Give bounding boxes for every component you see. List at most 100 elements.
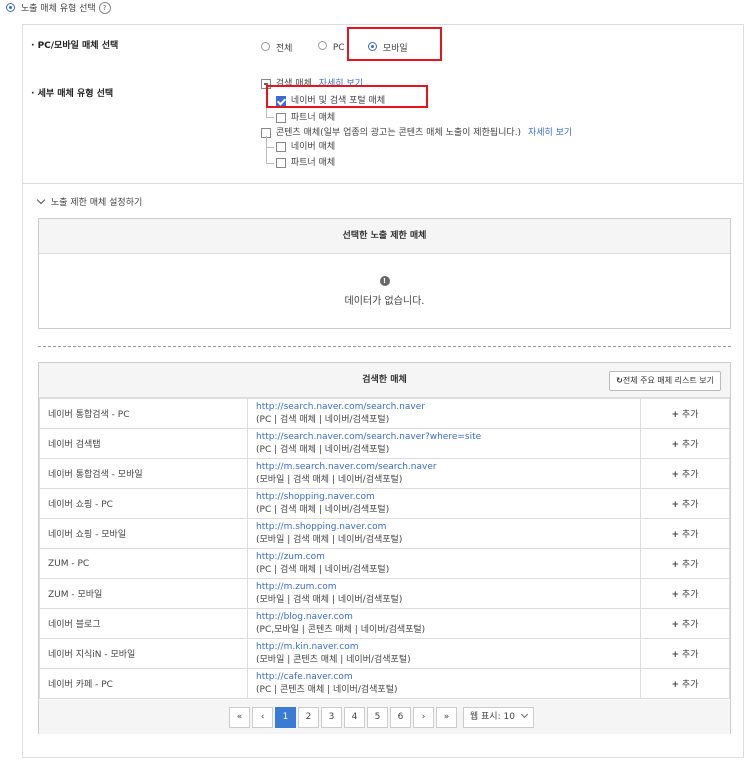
table-row: 네이버 지식iN - 모바일 http://m.kin.naver.com (모바일…	[39, 638, 730, 669]
plus-icon: +	[671, 590, 680, 600]
page-4[interactable]: 4	[344, 707, 365, 728]
plus-icon: +	[671, 560, 680, 570]
add-button[interactable]: + 추가	[640, 398, 730, 429]
media-info: http://m.shopping.naver.com (모바일 | 검색 매체 …	[247, 518, 641, 549]
page-1[interactable]: 1	[275, 707, 296, 728]
media-url[interactable]: http://m.search.naver.com/search.naver	[256, 461, 632, 474]
list-button[interactable]: ↻전체 주요 매체 리스트 보기	[609, 371, 721, 391]
radio-mobile[interactable]: 모바일	[368, 41, 408, 54]
partner-content-item[interactable]: 파트너 매체	[276, 155, 335, 168]
radio-pc[interactable]: PC	[318, 41, 345, 53]
content-group[interactable]: 콘텐츠 매체(일부 업종의 광고는 콘텐츠 매체 노출이 제한됩니다.) 자세히…	[261, 125, 572, 138]
plus-icon: +	[671, 500, 680, 510]
media-name: ZUM - 모바일	[39, 578, 248, 609]
page-next[interactable]: ›	[413, 707, 434, 728]
results-panel: 검색한 매체 ↻전체 주요 매체 리스트 보기 네이버 통합검색 - PC htt…	[38, 362, 731, 734]
media-info: http://m.search.naver.com/search.naver (모…	[247, 458, 641, 489]
partner-content-checkbox[interactable]	[276, 157, 286, 168]
page-last[interactable]: »	[436, 707, 457, 728]
add-button[interactable]: + 추가	[640, 608, 730, 639]
media-url[interactable]: http://blog.naver.com	[256, 611, 632, 624]
per-page-select[interactable]: 웹 표시: 10	[462, 707, 534, 728]
media-name: 네이버 쇼핑 - PC	[39, 488, 248, 519]
empty-text: 데이터가 없습니다.	[344, 296, 425, 307]
media-info: http://m.kin.naver.com (모바일 | 콘텐츠 매체 | 네이…	[247, 638, 641, 669]
media-url[interactable]: http://shopping.naver.com	[256, 491, 632, 504]
media-url[interactable]: http://m.shopping.naver.com	[256, 521, 632, 534]
tree-branch-1	[266, 117, 274, 118]
info-icon: !	[379, 276, 390, 286]
page-prev[interactable]: ‹	[252, 707, 273, 728]
media-info: http://m.zum.com (모바일 | 검색 매체 | 네이버/검색포털)	[247, 578, 641, 609]
content-detail-link[interactable]: 자세히 보기	[528, 128, 572, 138]
table-row: 네이버 쇼핑 - PC http://shopping.naver.com (PC …	[39, 488, 730, 519]
naver-search-portal-checkbox[interactable]	[276, 95, 286, 106]
page-5[interactable]: 5	[367, 707, 388, 728]
media-desc: (PC | 검색 매체 | 네이버/검색포털)	[256, 414, 390, 425]
media-name: 네이버 통합검색 - 모바일	[39, 458, 248, 489]
media-info: http://zum.com (PC | 검색 매체 | 네이버/검색포털)	[247, 548, 641, 579]
media-url[interactable]: http://search.naver.com/search.naver?whe…	[256, 431, 632, 444]
radio-all[interactable]: 전체	[261, 41, 292, 54]
add-button[interactable]: + 추가	[640, 578, 730, 609]
media-desc: (PC | 검색 매체 | 네이버/검색포털)	[256, 564, 390, 575]
add-button[interactable]: + 추가	[640, 548, 730, 579]
media-desc: (PC | 검색 매체 | 네이버/검색포털)	[256, 444, 390, 455]
selected-restrict-title: 선택한 노출 제한 매체	[39, 219, 730, 254]
radio-all-circle[interactable]	[261, 42, 270, 51]
radio-pc-circle[interactable]	[318, 41, 327, 50]
media-url[interactable]: http://cafe.naver.com	[256, 671, 632, 684]
page-3[interactable]: 3	[321, 707, 342, 728]
media-name: 네이버 쇼핑 - 모바일	[39, 518, 248, 549]
add-button[interactable]: + 추가	[640, 458, 730, 489]
media-desc: (PC,모바일 | 콘텐츠 매체 | 네이버/검색포털)	[256, 624, 426, 635]
media-name: 네이버 통합검색 - PC	[39, 398, 248, 429]
add-button[interactable]: + 추가	[640, 668, 730, 699]
page-first[interactable]: «	[229, 707, 250, 728]
naver-media-checkbox[interactable]	[276, 141, 286, 152]
table-row: ZUM - 모바일 http://m.zum.com (모바일 | 검색 매체 | …	[39, 578, 730, 609]
plus-icon: +	[671, 530, 680, 540]
refresh-icon: ↻	[616, 376, 623, 385]
media-info: http://blog.naver.com (PC,모바일 | 콘텐츠 매체 | …	[247, 608, 641, 639]
plus-icon: +	[671, 440, 680, 450]
section-divider	[23, 183, 743, 184]
media-name: ZUM - PC	[39, 548, 248, 579]
partner-search-item[interactable]: 파트너 매체	[276, 110, 335, 123]
plus-icon: +	[671, 650, 680, 660]
table-row: 네이버 검색탭 http://search.naver.com/search.na…	[39, 428, 730, 459]
tree-branch-2	[266, 147, 274, 148]
partner-search-checkbox[interactable]	[276, 112, 286, 123]
media-url[interactable]: http://search.naver.com/search.naver	[256, 401, 632, 414]
detail-label: · 세부 매체 유형 선택	[31, 89, 114, 99]
table-row: 네이버 통합검색 - 모바일 http://m.search.naver.com/…	[39, 458, 730, 489]
add-button[interactable]: + 추가	[640, 638, 730, 669]
pagination: «‹ 1 2 3 4 5 6 ›» 웹 표시: 10	[229, 707, 534, 728]
plus-icon: +	[671, 410, 680, 420]
media-url[interactable]: http://zum.com	[256, 551, 632, 564]
media-url[interactable]: http://m.zum.com	[256, 581, 632, 594]
chevron-down-icon	[520, 710, 528, 719]
header: 노출 매체 유형 선택 ?	[6, 1, 111, 14]
naver-media-item[interactable]: 네이버 매체	[276, 139, 335, 152]
help-icon[interactable]: ?	[98, 1, 111, 14]
add-button[interactable]: + 추가	[640, 518, 730, 549]
header-radio[interactable]	[6, 3, 15, 12]
naver-search-portal-item[interactable]: 네이버 및 검색 포털 매체	[276, 93, 385, 106]
results-header: 검색한 매체 ↻전체 주요 매체 리스트 보기	[39, 363, 730, 398]
media-info: http://search.naver.com/search.naver?whe…	[247, 428, 641, 459]
media-name: 네이버 지식iN - 모바일	[39, 638, 248, 669]
page-2[interactable]: 2	[298, 707, 319, 728]
page-6[interactable]: 6	[390, 707, 411, 728]
media-desc: (PC | 검색 매체 | 네이버/검색포털)	[256, 504, 390, 515]
add-button[interactable]: + 추가	[640, 428, 730, 459]
radio-mobile-circle[interactable]	[368, 42, 377, 51]
media-info: http://cafe.naver.com (PC | 콘텐츠 매체 | 네이버/…	[247, 668, 641, 699]
table-row: 네이버 블로그 http://blog.naver.com (PC,모바일 | 콘텐…	[39, 608, 730, 639]
restrict-toggle[interactable]: 노출 제한 매체 설정하기	[36, 195, 142, 208]
plus-icon: +	[671, 470, 680, 480]
media-info: http://search.naver.com/search.naver (PC …	[247, 398, 641, 429]
media-url[interactable]: http://m.kin.naver.com	[256, 641, 632, 654]
add-button[interactable]: + 추가	[640, 488, 730, 519]
table-row: 네이버 통합검색 - PC http://search.naver.com/sea…	[39, 398, 730, 429]
